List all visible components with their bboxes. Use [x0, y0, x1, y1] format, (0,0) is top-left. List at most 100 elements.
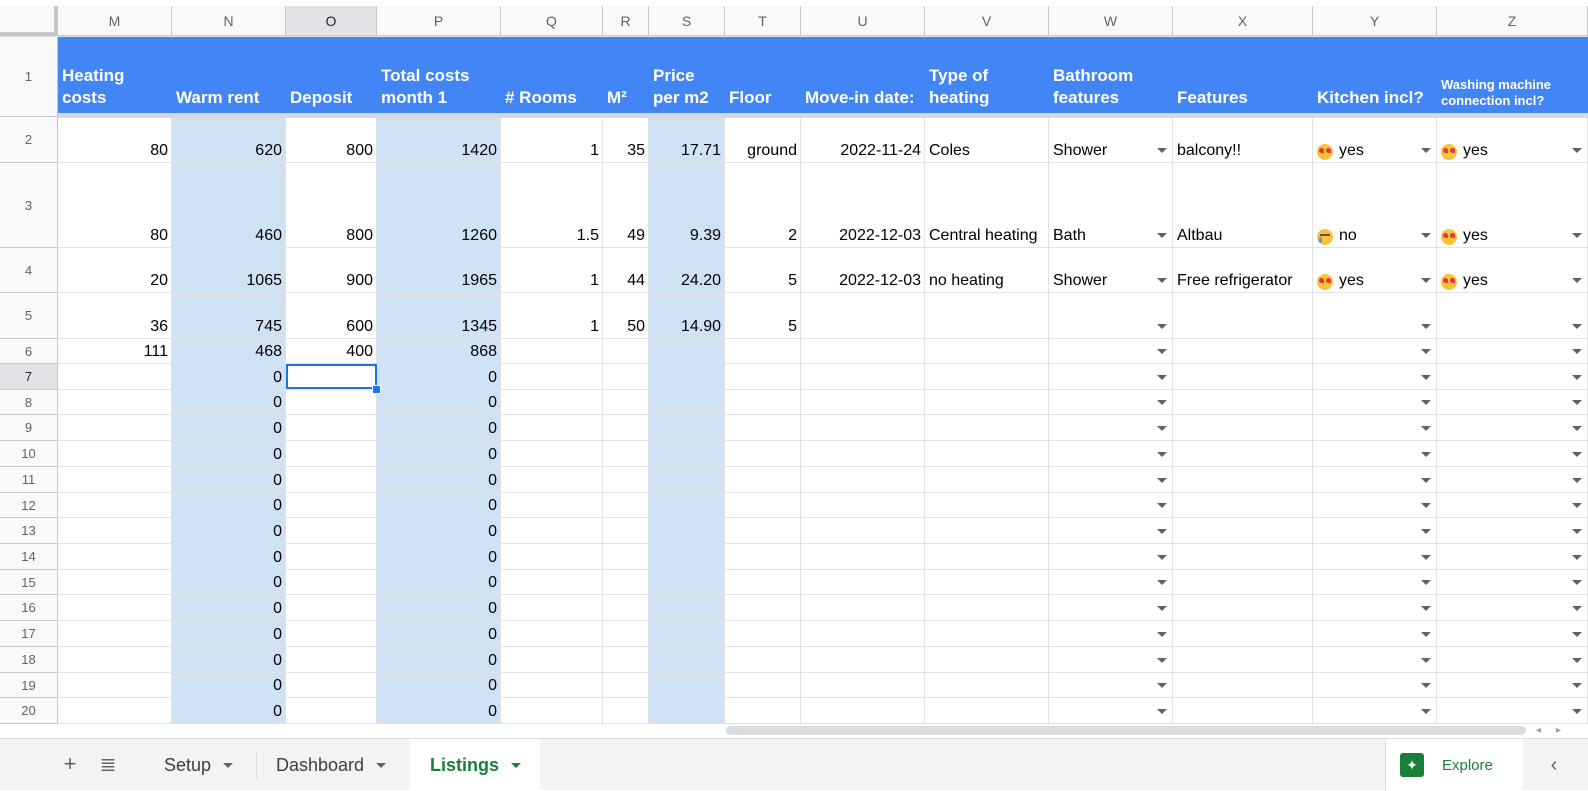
dropdown-chevron-icon[interactable] — [1157, 324, 1167, 329]
cell-p18[interactable]: 0 — [377, 647, 501, 673]
header-cell-q[interactable]: # Rooms — [501, 37, 603, 113]
cell-n20[interactable]: 0 — [172, 698, 286, 724]
cell-o5[interactable]: 600 — [286, 293, 377, 339]
cell-q4[interactable]: 1 — [501, 248, 603, 293]
cell-q3[interactable]: 1.5 — [501, 163, 603, 248]
cell-p9[interactable]: 0 — [377, 415, 501, 441]
cell-t3[interactable]: 2 — [725, 163, 801, 248]
scroll-right-arrow-icon[interactable]: ▸ — [1556, 725, 1561, 736]
dropdown-chevron-icon[interactable] — [1157, 555, 1167, 560]
header-cell-z[interactable]: Washing machine connection incl? — [1437, 37, 1588, 113]
dropdown-chevron-icon[interactable] — [1421, 324, 1431, 329]
cell-o4[interactable]: 900 — [286, 248, 377, 293]
cell-p15[interactable]: 0 — [377, 570, 501, 595]
dropdown-chevron-icon[interactable] — [1572, 658, 1582, 663]
cell-p17[interactable]: 0 — [377, 621, 501, 647]
dropdown-chevron-icon[interactable] — [1572, 148, 1582, 153]
cell-n6[interactable]: 468 — [172, 339, 286, 364]
cell-x3[interactable]: Altbau — [1173, 163, 1313, 248]
dropdown-chevron-icon[interactable] — [1572, 632, 1582, 637]
dropdown-chevron-icon[interactable] — [1421, 529, 1431, 534]
column-header-u[interactable]: U — [801, 6, 925, 36]
all-sheets-list-icon[interactable]: ≣ — [93, 749, 123, 779]
cell-s4[interactable]: 24.20 — [649, 248, 725, 293]
dropdown-chevron-icon[interactable] — [1572, 400, 1582, 405]
row-header-3[interactable]: 3 — [0, 163, 58, 248]
header-cell-r[interactable]: M² — [603, 37, 649, 113]
header-cell-p[interactable]: Total costs month 1 — [377, 37, 501, 113]
dropdown-chevron-icon[interactable] — [1157, 452, 1167, 457]
column-header-o[interactable]: O — [286, 6, 377, 36]
tab-menu-chevron-icon[interactable] — [376, 762, 387, 768]
sheet-tab-setup[interactable]: Setup — [144, 739, 256, 791]
column-header-s[interactable]: S — [649, 6, 725, 36]
column-header-v[interactable]: V — [925, 6, 1049, 36]
row-header-13[interactable]: 13 — [0, 518, 58, 544]
cell-r3[interactable]: 49 — [603, 163, 649, 248]
dropdown-chevron-icon[interactable] — [1572, 555, 1582, 560]
cell-n3[interactable]: 460 — [172, 163, 286, 248]
cell-p16[interactable]: 0 — [377, 595, 501, 621]
header-cell-v[interactable]: Type of heating — [925, 37, 1049, 113]
dropdown-chevron-icon[interactable] — [1572, 478, 1582, 483]
cell-y4[interactable]: yes — [1313, 248, 1437, 293]
dropdown-chevron-icon[interactable] — [1572, 580, 1582, 585]
dropdown-chevron-icon[interactable] — [1572, 426, 1582, 431]
sheet-tab-listings[interactable]: Listings — [410, 739, 540, 791]
cell-t5[interactable]: 5 — [725, 293, 801, 339]
header-cell-o[interactable]: Deposit — [286, 37, 377, 113]
row-header-8[interactable]: 8 — [0, 390, 58, 415]
side-panel-collapse-chevron-icon[interactable]: ‹ — [1540, 751, 1568, 779]
column-header-n[interactable]: N — [172, 6, 286, 36]
cell-p6[interactable]: 868 — [377, 339, 501, 364]
column-header-q[interactable]: Q — [501, 6, 603, 36]
cell-w4[interactable]: Shower — [1049, 248, 1173, 293]
cell-m2[interactable]: 80 — [58, 117, 172, 163]
column-header-z[interactable]: Z — [1437, 6, 1588, 36]
dropdown-chevron-icon[interactable] — [1572, 324, 1582, 329]
cell-w2[interactable]: Shower — [1049, 117, 1173, 163]
dropdown-chevron-icon[interactable] — [1572, 606, 1582, 611]
cell-v3[interactable]: Central heating — [925, 163, 1049, 248]
dropdown-chevron-icon[interactable] — [1421, 349, 1431, 354]
row-header-4[interactable]: 4 — [0, 248, 58, 293]
cell-m6[interactable]: 111 — [58, 339, 172, 364]
cell-z3[interactable]: yes — [1437, 163, 1588, 248]
cell-n11[interactable]: 0 — [172, 467, 286, 493]
horizontal-scrollbar[interactable] — [726, 726, 1526, 735]
dropdown-chevron-icon[interactable] — [1157, 400, 1167, 405]
dropdown-chevron-icon[interactable] — [1421, 400, 1431, 405]
dropdown-chevron-icon[interactable] — [1421, 375, 1431, 380]
cell-n15[interactable]: 0 — [172, 570, 286, 595]
dropdown-chevron-icon[interactable] — [1421, 278, 1431, 283]
active-cell-selection[interactable] — [286, 364, 377, 389]
cell-v2[interactable]: Coles — [925, 117, 1049, 163]
cell-n10[interactable]: 0 — [172, 441, 286, 467]
header-cell-u[interactable]: Move-in date: — [801, 37, 925, 113]
header-cell-t[interactable]: Floor — [725, 37, 801, 113]
cell-u2[interactable]: 2022-11-24 — [801, 117, 925, 163]
dropdown-chevron-icon[interactable] — [1421, 503, 1431, 508]
dropdown-chevron-icon[interactable] — [1572, 375, 1582, 380]
dropdown-chevron-icon[interactable] — [1421, 426, 1431, 431]
cell-y3[interactable]: no — [1313, 163, 1437, 248]
header-cell-s[interactable]: Price per m2 — [649, 37, 725, 113]
cell-u3[interactable]: 2022-12-03 — [801, 163, 925, 248]
dropdown-chevron-icon[interactable] — [1421, 452, 1431, 457]
cell-n16[interactable]: 0 — [172, 595, 286, 621]
scroll-left-arrow-icon[interactable]: ◂ — [1536, 725, 1541, 736]
row-header-11[interactable]: 11 — [0, 467, 58, 493]
cell-o3[interactable]: 800 — [286, 163, 377, 248]
cell-s5[interactable]: 14.90 — [649, 293, 725, 339]
cell-m5[interactable]: 36 — [58, 293, 172, 339]
cell-p20[interactable]: 0 — [377, 698, 501, 724]
cell-s2[interactable]: 17.71 — [649, 117, 725, 163]
header-cell-x[interactable]: Features — [1173, 37, 1313, 113]
dropdown-chevron-icon[interactable] — [1157, 529, 1167, 534]
dropdown-chevron-icon[interactable] — [1421, 233, 1431, 238]
dropdown-chevron-icon[interactable] — [1421, 478, 1431, 483]
cell-n4[interactable]: 1065 — [172, 248, 286, 293]
dropdown-chevron-icon[interactable] — [1157, 683, 1167, 688]
fill-handle[interactable] — [372, 385, 381, 394]
dropdown-chevron-icon[interactable] — [1421, 632, 1431, 637]
